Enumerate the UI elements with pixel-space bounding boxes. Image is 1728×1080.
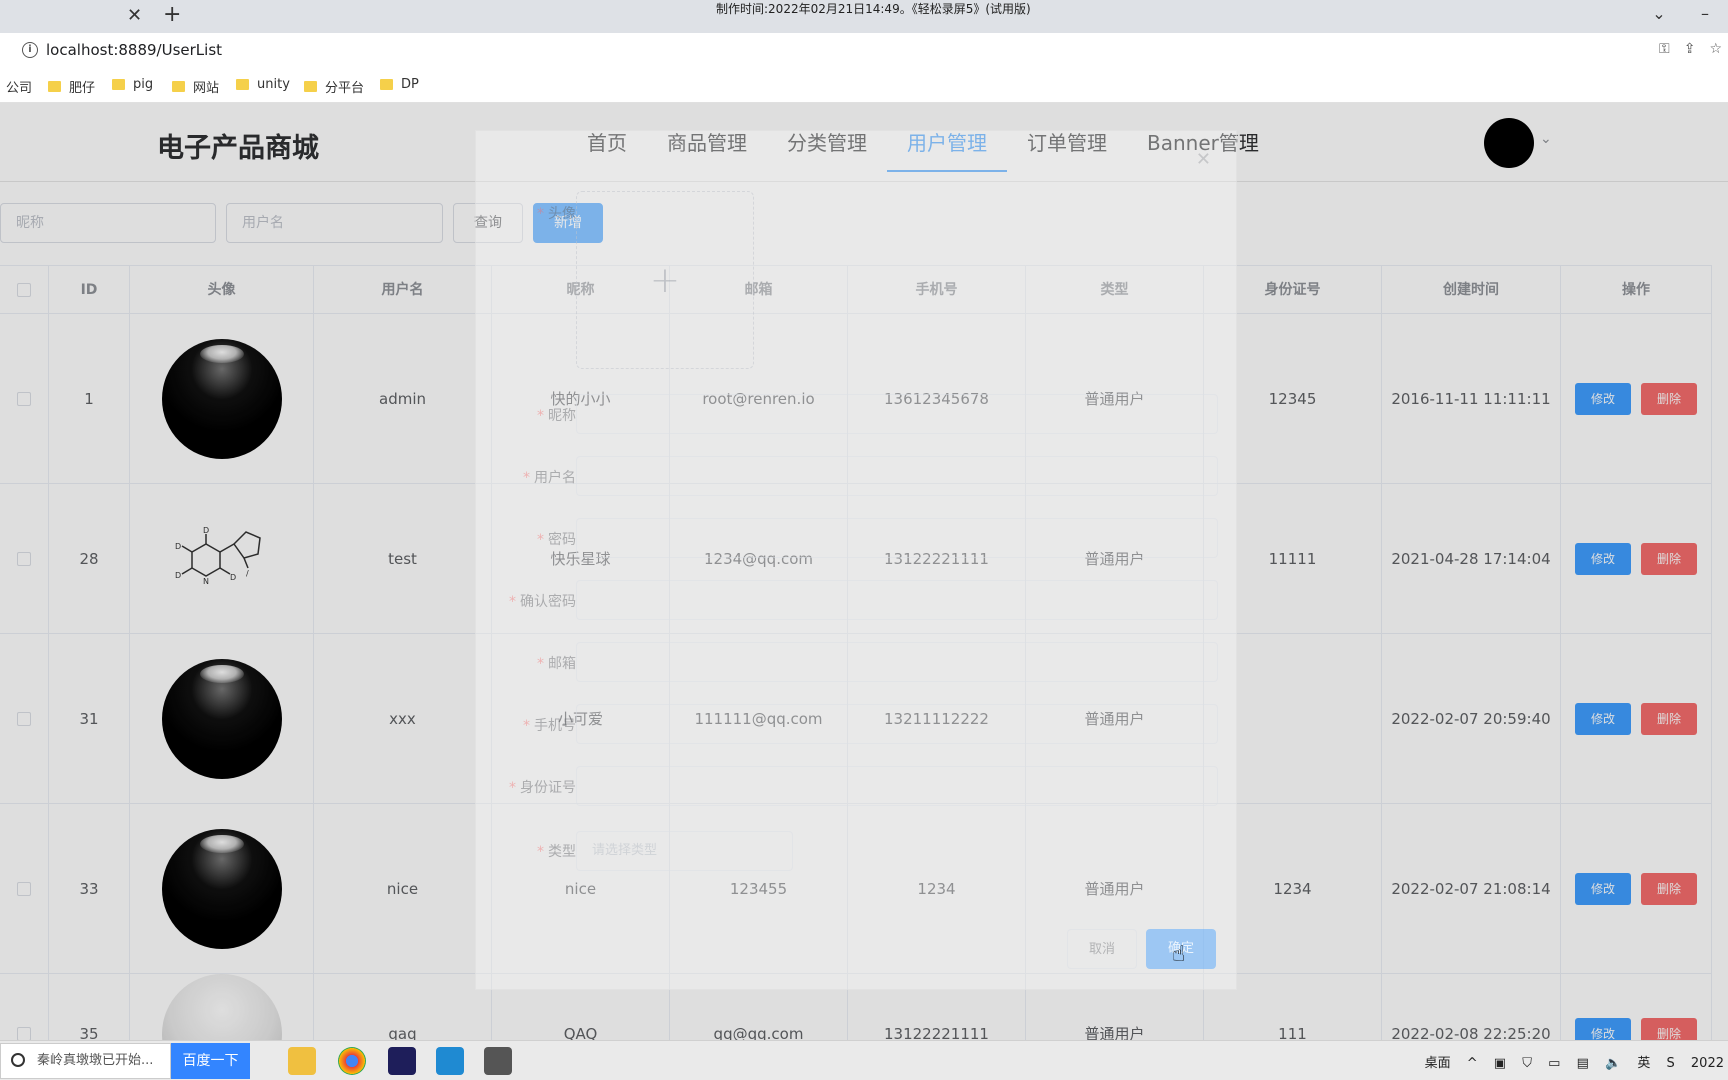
- chevron-up-icon[interactable]: ^: [1467, 1056, 1478, 1071]
- phone-label: * 手机号: [523, 718, 576, 734]
- key-icon[interactable]: ⚿: [1659, 41, 1670, 57]
- sogou-icon[interactable]: S: [1667, 1056, 1675, 1071]
- folder-icon: [236, 79, 249, 90]
- minimize-icon[interactable]: –: [1682, 4, 1728, 23]
- close-icon[interactable]: ✕: [1196, 149, 1211, 170]
- idcard-field[interactable]: [576, 766, 1218, 806]
- email-label-text: 邮箱: [548, 656, 576, 672]
- username-label: * 用户名: [523, 470, 576, 486]
- folder-icon: [304, 81, 317, 92]
- chevron-down-icon[interactable]: ⌄: [1636, 4, 1682, 23]
- username-field[interactable]: [576, 456, 1218, 496]
- idcard-label-text: 身份证号: [520, 780, 576, 796]
- password-label-text: 密码: [548, 532, 576, 548]
- email-label: * 邮箱: [537, 656, 576, 672]
- bookmark-label: unity: [257, 77, 290, 92]
- bookmark-label: 网站: [193, 81, 220, 96]
- taskbar-search-input[interactable]: 秦岭真墩墩已开始...: [0, 1043, 171, 1079]
- window-controls: ⌄ –: [1636, 4, 1728, 23]
- username-label-text: 用户名: [534, 470, 576, 486]
- file-explorer-icon[interactable]: [288, 1047, 316, 1075]
- bookmark-item[interactable]: 肥仔: [48, 77, 95, 96]
- info-icon[interactable]: i: [22, 42, 38, 58]
- bookmark-label: pig: [133, 77, 154, 92]
- folder-icon: [172, 81, 185, 92]
- desktop-label[interactable]: 桌面: [1425, 1056, 1451, 1071]
- plus-icon: +: [649, 260, 681, 301]
- password-field[interactable]: [576, 518, 1218, 558]
- avatar-label-text: 头像: [548, 206, 576, 222]
- bookmark-item[interactable]: 公司: [6, 77, 32, 96]
- type-label: * 类型: [537, 844, 576, 860]
- bookmark-item[interactable]: 分平台: [304, 77, 364, 96]
- network-icon[interactable]: ▤: [1577, 1056, 1589, 1071]
- shield-icon[interactable]: ⛉: [1522, 1056, 1532, 1071]
- nickname-label-text: 昵称: [548, 408, 576, 424]
- baidu-search-button[interactable]: 百度一下: [171, 1043, 250, 1079]
- add-user-dialog: ✕ * 头像 + * 昵称 * 用户名 * 密码 * 确认密码 * 邮箱 * 手机号 * 身份证…: [475, 130, 1237, 990]
- bookmark-item[interactable]: 网站: [172, 77, 219, 96]
- folder-icon: [380, 79, 393, 90]
- url-field[interactable]: localhost:8889/UserList: [46, 41, 222, 59]
- battery-icon[interactable]: ▭: [1548, 1056, 1560, 1071]
- bookmark-item[interactable]: pig: [112, 77, 153, 92]
- confirm-password-label: * 确认密码: [509, 594, 576, 610]
- folder-icon: [112, 79, 125, 90]
- star-icon[interactable]: ☆: [1709, 41, 1722, 57]
- phone-field[interactable]: [576, 704, 1218, 744]
- recording-watermark: 制作时间:2022年02月21日14:49。《轻松录屏5》(试用版): [716, 2, 1031, 16]
- type-select[interactable]: 请选择类型: [576, 831, 793, 871]
- intellij-icon[interactable]: [388, 1047, 416, 1075]
- bookmark-label: 分平台: [325, 81, 365, 96]
- email-field[interactable]: [576, 642, 1218, 682]
- bookmark-label: 公司: [6, 81, 33, 96]
- share-icon[interactable]: ⇪: [1684, 41, 1696, 57]
- bookmark-label: DP: [401, 77, 419, 92]
- avatar-uploader[interactable]: +: [576, 191, 754, 369]
- clock[interactable]: 2022: [1691, 1056, 1724, 1071]
- new-tab-icon[interactable]: +: [163, 2, 181, 27]
- bookmark-label: 肥仔: [69, 81, 96, 96]
- confirm-password-label-text: 确认密码: [520, 594, 576, 610]
- nickname-field[interactable]: [576, 394, 1218, 434]
- system-tray: 桌面 ^ ▣ ⛉ ▭ ▤ 🔈 英 S 2022: [1413, 1052, 1724, 1071]
- chrome-icon[interactable]: [338, 1047, 366, 1075]
- bookmark-item[interactable]: unity: [236, 77, 290, 92]
- editor-icon[interactable]: [484, 1047, 512, 1075]
- browser-titlebar: ✕ + 制作时间:2022年02月21日14:49。《轻松录屏5》(试用版) ⌄…: [0, 0, 1728, 33]
- taskbar-search-text: 秦岭真墩墩已开始...: [37, 1053, 154, 1068]
- confirm-password-field[interactable]: [576, 580, 1218, 620]
- phone-label-text: 手机号: [534, 718, 576, 734]
- address-bar: i localhost:8889/UserList ⚿ ⇪ ☆: [0, 33, 1728, 69]
- address-icons: ⚿ ⇪ ☆: [1645, 41, 1722, 57]
- cancel-button[interactable]: 取消: [1067, 929, 1137, 969]
- tab-close-icon[interactable]: ✕: [127, 5, 142, 26]
- tray-app-icon[interactable]: ▣: [1494, 1056, 1506, 1071]
- folder-icon: [48, 81, 61, 92]
- bookmarks-bar: 公司 肥仔 pig 网站 unity 分平台 DP: [0, 69, 1728, 103]
- password-label: * 密码: [537, 532, 576, 548]
- hand-cursor-icon: ☝: [1172, 942, 1186, 967]
- ime-indicator[interactable]: 英: [1637, 1056, 1650, 1071]
- type-label-text: 类型: [548, 844, 576, 860]
- volume-icon[interactable]: 🔈: [1605, 1056, 1621, 1071]
- bookmark-item[interactable]: DP: [380, 77, 419, 92]
- vscode-icon[interactable]: [436, 1047, 464, 1075]
- search-icon: [11, 1053, 25, 1067]
- idcard-label: * 身份证号: [509, 780, 576, 796]
- nickname-label: * 昵称: [537, 408, 576, 424]
- avatar-label: * 头像: [537, 206, 576, 222]
- taskbar: 秦岭真墩墩已开始... 百度一下 桌面 ^ ▣ ⛉ ▭ ▤ 🔈 英 S 2022: [0, 1040, 1728, 1080]
